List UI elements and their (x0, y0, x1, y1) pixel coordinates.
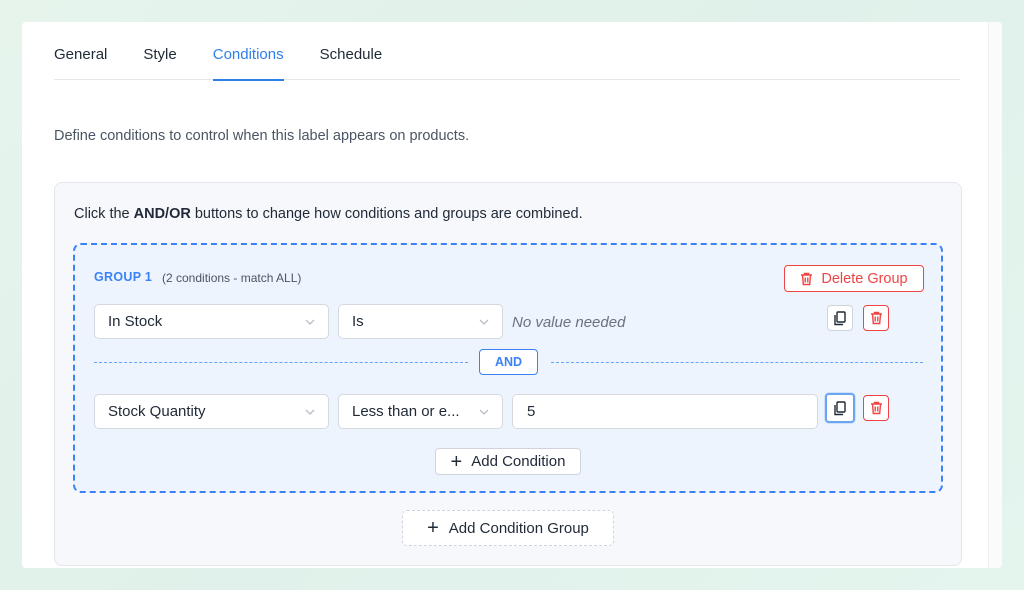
tab-bar: General Style Conditions Schedule (54, 22, 960, 81)
tab-general[interactable]: General (54, 22, 107, 80)
intro-text: Define conditions to control when this l… (54, 128, 470, 144)
chevron-down-icon (479, 409, 489, 415)
add-condition-button[interactable]: + Add Condition (435, 448, 581, 475)
delete-group-label: Delete Group (821, 270, 908, 287)
hint-before: Click the (74, 206, 134, 222)
tab-style[interactable]: Style (143, 22, 176, 80)
group-subtitle: (2 conditions - match ALL) (162, 271, 302, 285)
chevron-down-icon (479, 319, 489, 325)
plus-icon: + (427, 517, 439, 539)
trash-icon (801, 272, 813, 285)
condition-2-operator-select[interactable]: Less than or e... (338, 394, 503, 429)
add-condition-group-button[interactable]: + Add Condition Group (402, 510, 614, 546)
chevron-down-icon (305, 409, 315, 415)
add-condition-label: Add Condition (471, 453, 566, 470)
hint-text: Click the AND/OR buttons to change how c… (74, 206, 583, 222)
condition-1-field-value: In Stock (108, 313, 163, 330)
condition-1-no-value-text: No value needed (512, 314, 626, 331)
chevron-down-icon (305, 319, 315, 325)
condition-1-field-select[interactable]: In Stock (94, 304, 329, 339)
trash-icon (870, 401, 882, 415)
and-toggle-button[interactable]: AND (479, 349, 538, 375)
copy-icon (834, 400, 846, 415)
plus-icon: + (450, 450, 463, 473)
condition-1-delete-button[interactable] (863, 305, 889, 331)
hint-bold: AND/OR (133, 206, 191, 222)
tab-schedule[interactable]: Schedule (320, 22, 383, 80)
tab-conditions[interactable]: Conditions (212, 22, 284, 81)
trash-icon (870, 311, 882, 325)
condition-2-field-value: Stock Quantity (108, 403, 206, 420)
delete-group-button[interactable]: Delete Group (784, 265, 924, 292)
condition-2-operator-value: Less than or e... (352, 403, 460, 420)
separator-line-left (94, 362, 468, 363)
settings-panel: General Style Conditions Schedule Define… (22, 22, 1002, 568)
scrollbar[interactable] (988, 22, 1002, 568)
add-condition-group-label: Add Condition Group (448, 519, 589, 537)
separator-line-right (551, 362, 923, 363)
conditions-container: Click the AND/OR buttons to change how c… (54, 182, 962, 566)
hint-after: buttons to change how conditions and gro… (190, 206, 583, 222)
condition-1-operator-select[interactable]: Is (338, 304, 503, 339)
condition-2-value-input[interactable]: 5 (512, 394, 818, 429)
condition-2-duplicate-button[interactable] (825, 393, 855, 423)
condition-2-field-select[interactable]: Stock Quantity (94, 394, 329, 429)
condition-group: GROUP 1 (2 conditions - match ALL) Delet… (73, 243, 943, 493)
group-title: GROUP 1 (94, 270, 153, 284)
condition-1-duplicate-button[interactable] (827, 305, 853, 331)
copy-icon (834, 310, 846, 325)
condition-1-operator-value: Is (352, 313, 364, 330)
condition-2-delete-button[interactable] (863, 395, 889, 421)
